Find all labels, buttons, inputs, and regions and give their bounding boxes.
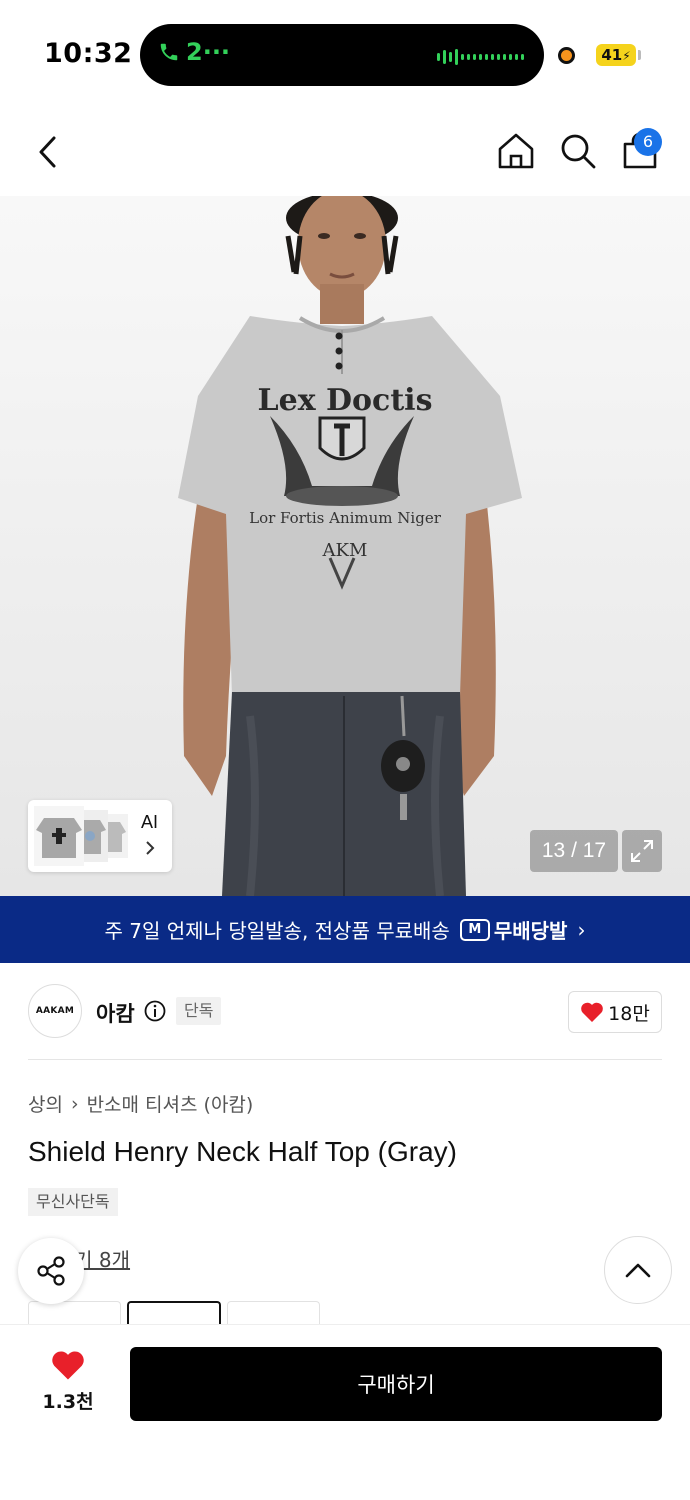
status-bar: 10:32 2··· 41⚡ [0,0,690,110]
chevron-right-icon [145,840,155,861]
svg-text:AKM: AKM [322,540,368,561]
audio-wave-icon [437,49,524,65]
heart-icon [581,1002,603,1022]
battery-nub [638,50,641,60]
delivery-badge-label: 무배당발 [493,919,568,943]
back-button[interactable] [28,130,68,174]
cart-count-badge: 6 [634,128,662,156]
chevron-left-icon [39,136,56,168]
scroll-top-button[interactable] [604,1236,672,1304]
shipping-banner[interactable]: 주 7일 언제나 당일발송, 전상품 무료배송 M 무배당발 › [0,896,690,963]
share-icon [37,1256,65,1286]
home-icon [498,133,534,169]
thumbnail-images [34,806,128,866]
breadcrumb-subcategory[interactable]: 반소매 티셔츠 (아캄) [87,1090,254,1117]
ai-thumbnail-button[interactable]: AI [28,800,172,872]
brand-name[interactable]: 아캄 [96,998,135,1028]
expand-icon [631,840,653,862]
breadcrumb-category[interactable]: 상의 [28,1090,63,1117]
battery-icon: 41⚡ [596,44,636,66]
image-counter: 13 / 17 [530,830,618,872]
chevron-right-icon: › [577,917,586,942]
product-photo: Lex Doctis Lor Fortis Animum Niger AKM [178,196,522,896]
divider [28,1059,662,1060]
wishlist-count: 1.3천 [42,1391,94,1413]
wishlist-button[interactable]: 1.3천 [30,1349,106,1419]
chevron-up-icon [625,1263,651,1278]
ai-label: AI [141,812,159,832]
top-nav [0,110,690,196]
phone-icon [160,43,178,61]
search-button[interactable] [556,128,600,174]
buy-button[interactable]: 구매하기 [130,1347,662,1421]
microphone-indicator-icon [558,47,575,64]
info-icon[interactable] [144,1000,166,1022]
banner-text: 주 7일 언제나 당일발송, 전상품 무료배송 [104,919,450,943]
brand-logo[interactable]: AAKAM [28,984,82,1038]
breadcrumb: 상의 › 반소매 티셔츠 (아캄) [28,1090,253,1117]
heart-icon [52,1351,84,1380]
brand-like-count: 18만 [608,1002,650,1025]
svg-text:Lex Doctis: Lex Doctis [258,383,433,418]
exclusive-tag: 단독 [176,997,222,1025]
expand-button[interactable] [622,830,662,872]
battery-level: 41 [601,46,623,64]
search-icon [561,134,596,169]
call-label: 2··· [186,38,231,66]
truck-icon: M [459,918,490,941]
brand-row: AAKAM 아캄 단독 18만 [28,984,662,1040]
breadcrumb-separator: › [70,1092,79,1115]
status-time: 10:32 [44,38,133,69]
share-button[interactable] [18,1238,84,1304]
delivery-badge: M 무배당발 [459,915,568,944]
call-indicator: 2··· [158,38,230,66]
svg-text:Lor Fortis Animum Niger: Lor Fortis Animum Niger [249,509,442,527]
home-button[interactable] [494,128,538,174]
dynamic-island[interactable]: 2··· [140,24,544,86]
brand-like-button[interactable]: 18만 [568,991,662,1033]
product-tag: 무신사단독 [28,1188,118,1216]
bottom-action-bar: 1.3천 구매하기 [0,1324,690,1500]
product-title: Shield Henry Neck Half Top (Gray) [28,1136,457,1167]
product-image-gallery[interactable]: Lex Doctis Lor Fortis Animum Niger AKM A… [0,196,690,896]
